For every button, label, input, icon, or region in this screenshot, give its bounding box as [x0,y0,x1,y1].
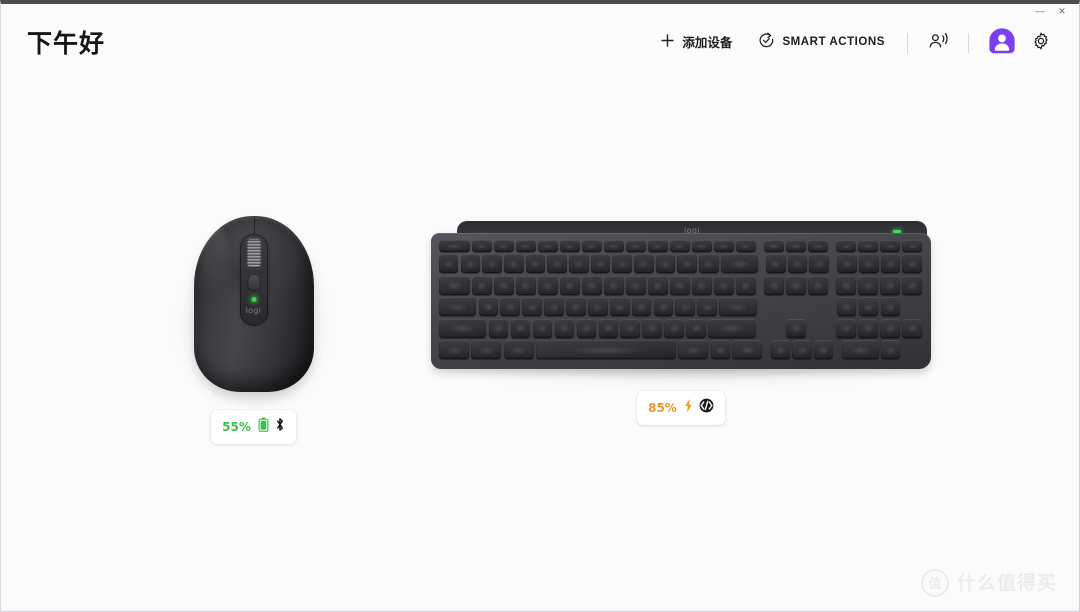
battery-badge-icons-keyboard [684,398,714,418]
device-stage: logi 55% logi 85% [1,76,1079,611]
gear-icon [1031,31,1051,56]
battery-badge-icons-mouse [258,417,285,437]
account-avatar-button[interactable] [985,26,1019,60]
mouse-mode-button [247,274,260,291]
keyboard-row-shift [439,318,922,338]
add-device-button[interactable]: 添加设备 [652,28,740,58]
keyboard-row-home [439,297,922,317]
page-title: 下午好 [27,29,106,58]
add-device-label: 添加设备 [682,35,733,50]
person-sound-icon [927,30,949,57]
battery-percent-mouse: 55% [222,420,251,434]
app-header: 下午好 添加设备 SMART ACTIONS [1,8,1079,76]
keyboard-row-bottom [439,339,922,359]
bluetooth-icon [275,417,285,437]
keyboard-image[interactable]: logi [431,221,931,383]
mouse-brand-logo: logi [245,306,262,315]
charging-bolt-icon [684,398,693,418]
watermark: 值 什么值得买 [920,569,1057,597]
keyboard-row-qwerty [439,275,923,295]
app-window: — ✕ 下午好 添加设备 SMART ACTIONS logi 55% logi… [0,0,1080,612]
voice-assistant-button[interactable] [922,27,954,59]
battery-icon [258,417,269,437]
battery-percent-keyboard: 85% [648,401,677,415]
battery-badge-mouse[interactable]: 55% [211,410,296,444]
check-circle-arrow-icon [758,32,775,54]
watermark-mark: 值 [920,569,949,597]
scroll-wheel-icon [246,238,261,268]
device-card-mouse[interactable]: logi 55% [151,216,356,444]
smart-actions-button[interactable]: SMART ACTIONS [750,28,893,58]
keyboard-deck [431,233,931,369]
toolbar-divider-2 [968,33,969,53]
smart-actions-label: SMART ACTIONS [782,36,885,49]
window-titlebar: — ✕ [1,4,1079,18]
settings-button[interactable] [1025,27,1057,59]
close-button[interactable]: ✕ [1051,5,1073,18]
watermark-text: 什么值得买 [956,572,1057,594]
keyboard-row-function [439,240,923,252]
avatar-icon [988,27,1016,60]
header-toolbar: 添加设备 SMART ACTIONS [652,25,1057,61]
device-card-keyboard[interactable]: logi 85% [401,221,961,425]
battery-badge-keyboard[interactable]: 85% [637,391,725,425]
minimize-button[interactable]: — [1029,5,1051,18]
logi-bolt-icon [699,398,714,418]
keyboard-row-numbers [439,254,922,274]
mouse-image[interactable]: logi [177,216,330,406]
plus-icon [660,33,675,53]
mouse-status-led [251,297,256,302]
toolbar-divider-1 [907,33,908,53]
